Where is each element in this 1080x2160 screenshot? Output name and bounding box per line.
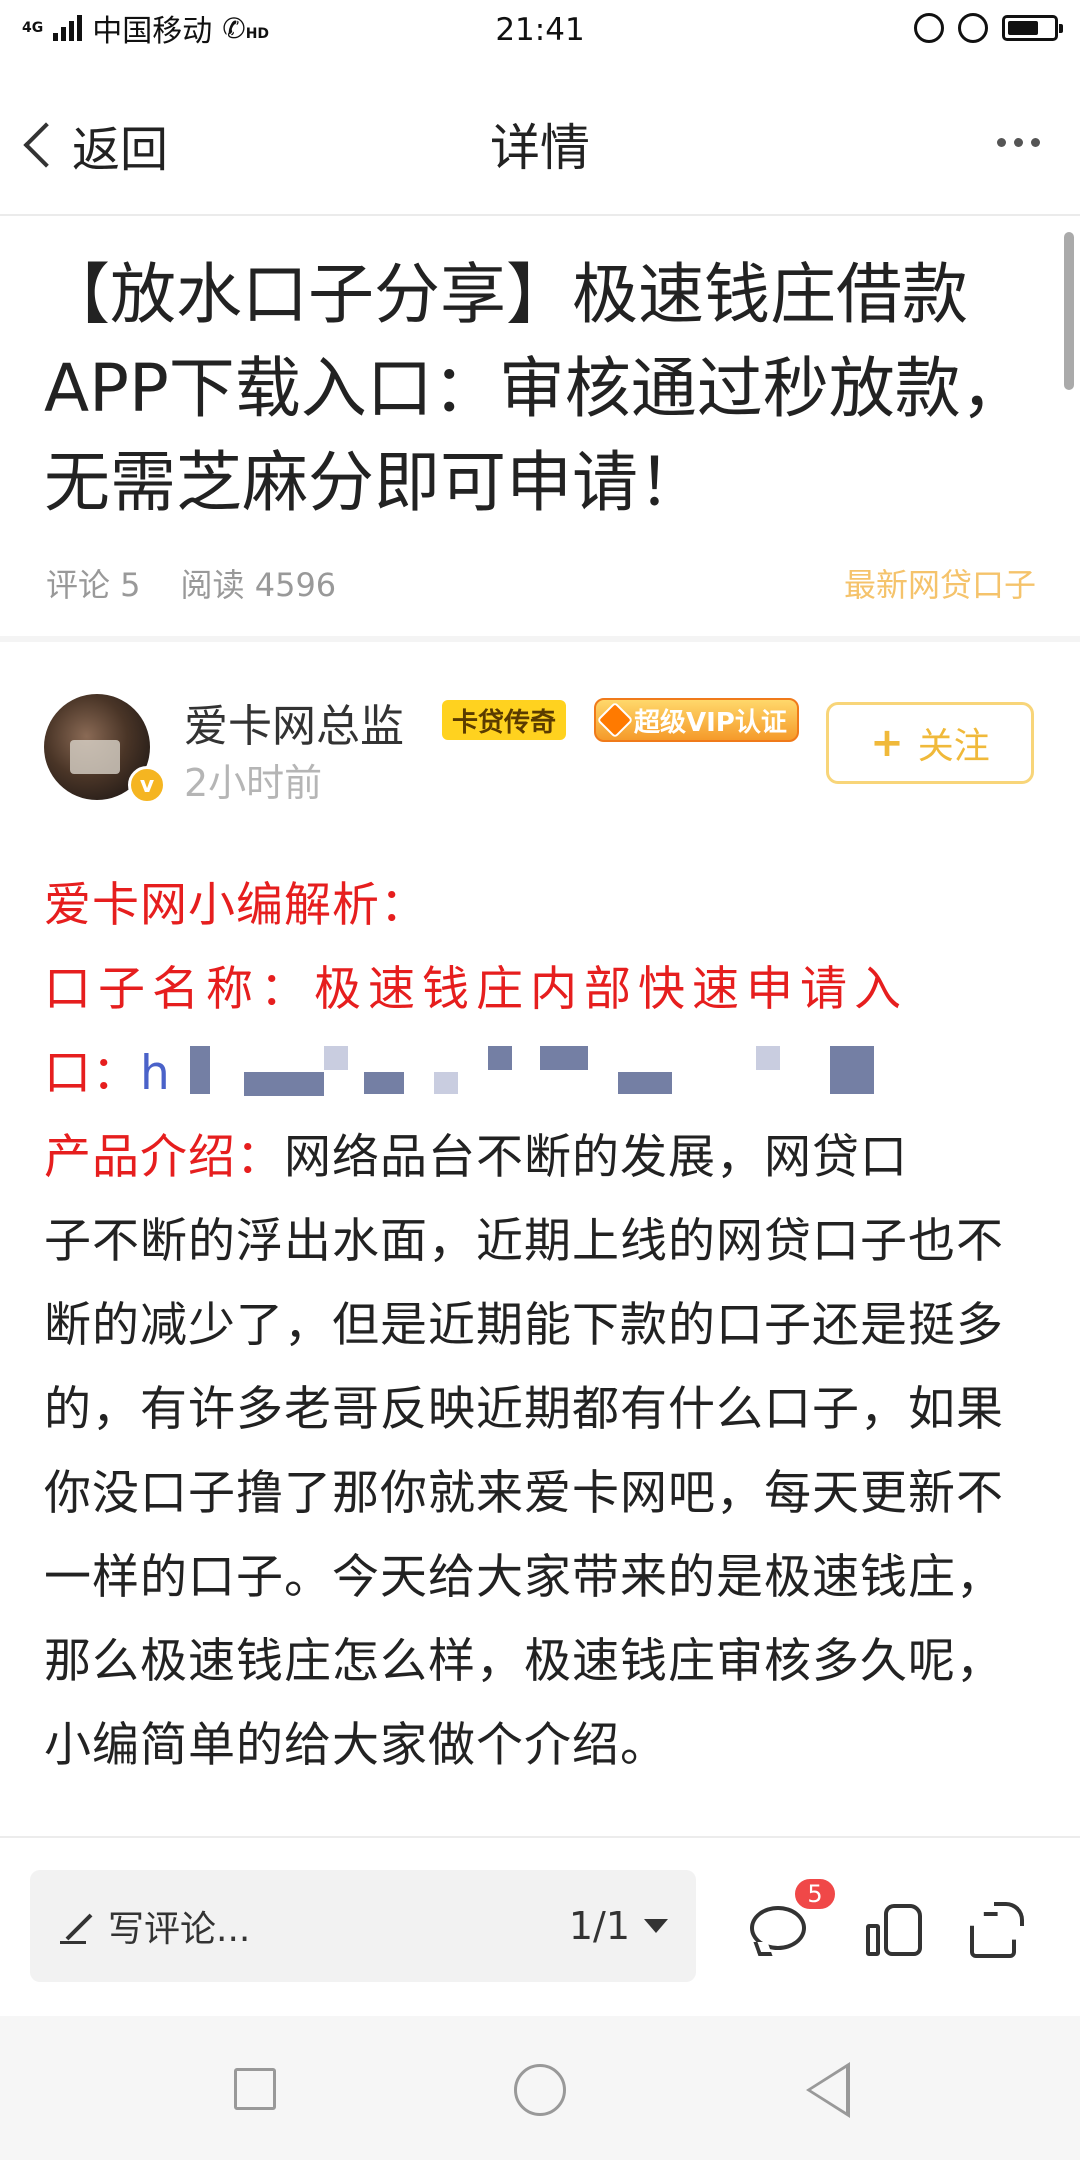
- system-nav-bar: [0, 2016, 1080, 2160]
- read-count-label: 阅读 4596: [180, 566, 337, 604]
- plus-icon: +: [870, 720, 904, 766]
- status-left: 4G 中国移动 ✆HD: [22, 6, 269, 50]
- redacted-link-block: [244, 1072, 324, 1096]
- back-label: 返回: [72, 122, 169, 178]
- system-back-icon[interactable]: [806, 2062, 850, 2118]
- level-badge: 卡贷传奇: [442, 700, 567, 740]
- product-name-value: 极速钱庄内部快速申请入: [314, 962, 908, 1017]
- status-bar: 4G 中国移动 ✆HD 21:41: [0, 0, 1080, 56]
- product-name-label: 口子名称：: [44, 962, 314, 1017]
- article-stats: 评论 5 阅读 4596: [46, 560, 336, 606]
- entry-label: 口：: [44, 1046, 140, 1101]
- product-name-line: 口子名称：极速钱庄内部快速申请入: [44, 948, 1034, 1032]
- redacted-link-block: [830, 1046, 874, 1094]
- chevron-left-icon: [23, 122, 69, 168]
- caret-down-icon[interactable]: [644, 1919, 668, 1933]
- section-divider: [0, 636, 1080, 642]
- entry-link-start: h: [140, 1046, 171, 1101]
- redacted-link-block: [618, 1072, 672, 1094]
- follow-button[interactable]: + 关注: [826, 702, 1034, 784]
- redacted-link-block: [324, 1046, 348, 1070]
- comment-placeholder: 写评论...: [108, 1909, 251, 1950]
- intro-label: 产品介绍：: [44, 1130, 284, 1185]
- intro-paragraph: 子不断的浮出水面，近期上线的网贷口子也不断的减少了，但是近期能下款的口子还是挺多…: [44, 1214, 1004, 1773]
- redacted-link-block: [434, 1072, 458, 1094]
- share-icon[interactable]: [968, 1900, 1028, 1960]
- redacted-link-block: [190, 1046, 210, 1094]
- carrier-name: 中国移动: [92, 14, 213, 49]
- body-heading: 爱卡网小编解析：: [44, 878, 428, 933]
- rotation-lock-icon: [914, 13, 944, 43]
- comment-count-badge: 5: [792, 1876, 838, 1912]
- article-body: 爱卡网小编解析： 口子名称：极速钱庄内部快速申请入 口：h 产品介绍：网络品台不…: [44, 864, 1034, 1836]
- author-name[interactable]: 爱卡网总监: [184, 690, 404, 754]
- intro-first-line: 产品介绍：网络品台不断的发展，网贷口: [44, 1116, 1034, 1200]
- thumbs-up-icon[interactable]: [864, 1900, 924, 1960]
- dot-icon: [1014, 138, 1023, 147]
- recent-apps-icon[interactable]: [234, 2068, 276, 2110]
- redacted-link-block: [364, 1072, 404, 1094]
- dot-icon: [997, 138, 1006, 147]
- follow-label: 关注: [917, 726, 990, 767]
- app-screen: 4G 中国移动 ✆HD 21:41 返回 详情 【放水口子分享】极速钱庄借款AP…: [0, 0, 1080, 2160]
- network-type: 4G: [22, 20, 44, 36]
- category-tag-link[interactable]: 最新网贷口子: [844, 560, 1036, 606]
- scrollbar-thumb[interactable]: [1064, 232, 1074, 390]
- bottom-toolbar: 写评论... 1/1 5: [0, 1836, 1080, 2016]
- article-meta: 评论 5 阅读 4596 最新网贷口子: [46, 560, 1036, 606]
- battery-icon: [1002, 15, 1063, 41]
- signal-icon: [53, 15, 83, 41]
- vip-diamond-icon: [596, 701, 634, 739]
- verified-icon: v: [128, 766, 166, 804]
- redacted-link-block: [488, 1046, 512, 1070]
- avatar-photo-detail: [70, 740, 120, 774]
- phone-hd-icon: ✆HD: [222, 11, 270, 45]
- back-button[interactable]: 返回: [20, 110, 168, 180]
- vip-badge-label: 超级VIP认证: [634, 707, 787, 738]
- redacted-link-block: [756, 1046, 780, 1070]
- top-nav-bar: 返回 详情: [0, 56, 1080, 216]
- entry-link-line[interactable]: 口：h: [44, 1032, 1034, 1116]
- hd-label: HD: [245, 25, 270, 42]
- article-title: 【放水口子分享】极速钱庄借款APP下载入口：审核通过秒放款，无需芝麻分即可申请！: [44, 256, 1027, 521]
- redacted-link-block: [540, 1046, 588, 1070]
- status-right: [914, 13, 1063, 43]
- vip-badge: 超级VIP认证: [594, 698, 799, 742]
- dot-icon: [1031, 138, 1040, 147]
- post-time: 2小时前: [184, 761, 323, 805]
- comment-input[interactable]: 写评论... 1/1: [30, 1870, 696, 1982]
- intro-text-start: 网络品台不断的发展，网贷口: [284, 1130, 908, 1185]
- comment-count-label: 评论 5: [46, 566, 141, 604]
- alarm-icon: [958, 13, 988, 43]
- page-indicator[interactable]: 1/1: [569, 1904, 630, 1948]
- home-icon[interactable]: [514, 2064, 566, 2116]
- more-options-button[interactable]: [997, 138, 1040, 147]
- pencil-icon: [58, 1907, 96, 1945]
- comment-bubble-icon[interactable]: [748, 1900, 808, 1960]
